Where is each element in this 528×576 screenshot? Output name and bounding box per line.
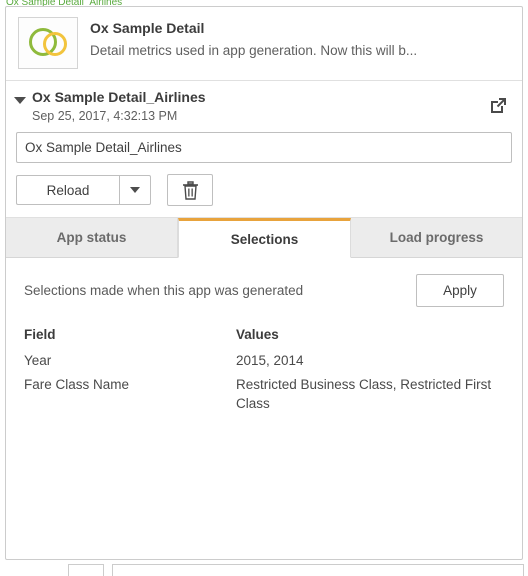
delete-button[interactable] <box>167 174 213 206</box>
column-header-field: Field <box>24 327 56 342</box>
tab-bar: App status Selections Load progress <box>6 217 522 258</box>
bottom-bar-right-segment[interactable] <box>112 564 524 576</box>
task-detail-panel: Ox Sample Detail Detail metrics used in … <box>5 6 523 560</box>
tab-selections[interactable]: Selections <box>178 218 351 258</box>
tab-load-progress[interactable]: Load progress <box>351 218 522 258</box>
tab-app-status[interactable]: App status <box>6 218 178 258</box>
task-timestamp: Sep 25, 2017, 4:32:13 PM <box>32 109 178 123</box>
apply-button[interactable]: Apply <box>416 274 504 307</box>
bottom-bar-left-segment[interactable] <box>68 564 104 576</box>
cell-values: Restricted Business Class, Restricted Fi… <box>236 377 492 411</box>
selections-table: Field Values Year 2015, 2014 Fare Class … <box>24 327 504 416</box>
selections-note: Selections made when this app was genera… <box>24 283 304 298</box>
task-text: Ox Sample Detail_Airlines Sep 25, 2017, … <box>32 89 488 124</box>
two-circles-icon <box>29 28 67 56</box>
caret-down-icon[interactable] <box>14 97 26 104</box>
cell-field: Fare Class Name <box>24 377 130 392</box>
open-external-icon[interactable] <box>488 95 508 120</box>
column-header-values: Values <box>236 327 279 342</box>
cell-field: Year <box>24 353 52 368</box>
task-name: Ox Sample Detail_Airlines <box>32 89 206 105</box>
app-description: Detail metrics used in app generation. N… <box>90 43 418 58</box>
task-actions-toolbar: Reload <box>6 163 522 217</box>
table-row: Fare Class Name Restricted Business Clas… <box>24 373 504 416</box>
reload-dropdown-button[interactable] <box>119 175 151 205</box>
app-thumbnail <box>18 17 78 69</box>
caret-down-icon <box>130 187 140 193</box>
selections-panel: Selections made when this app was genera… <box>6 258 522 559</box>
cell-values: 2015, 2014 <box>236 353 304 368</box>
app-title: Ox Sample Detail <box>90 20 205 36</box>
table-header-row: Field Values <box>24 327 504 349</box>
trash-icon <box>182 180 198 200</box>
reload-button[interactable]: Reload <box>16 175 119 205</box>
task-row: Ox Sample Detail_Airlines Sep 25, 2017, … <box>6 81 522 130</box>
selections-header-row: Selections made when this app was genera… <box>24 274 504 307</box>
table-row: Year 2015, 2014 <box>24 349 504 373</box>
bottom-bar <box>0 564 528 576</box>
name-field-wrap <box>6 130 522 163</box>
app-header-text: Ox Sample Detail Detail metrics used in … <box>90 17 417 61</box>
task-name-input[interactable] <box>16 132 512 163</box>
app-header: Ox Sample Detail Detail metrics used in … <box>6 7 522 81</box>
reload-split-button: Reload <box>16 175 151 205</box>
